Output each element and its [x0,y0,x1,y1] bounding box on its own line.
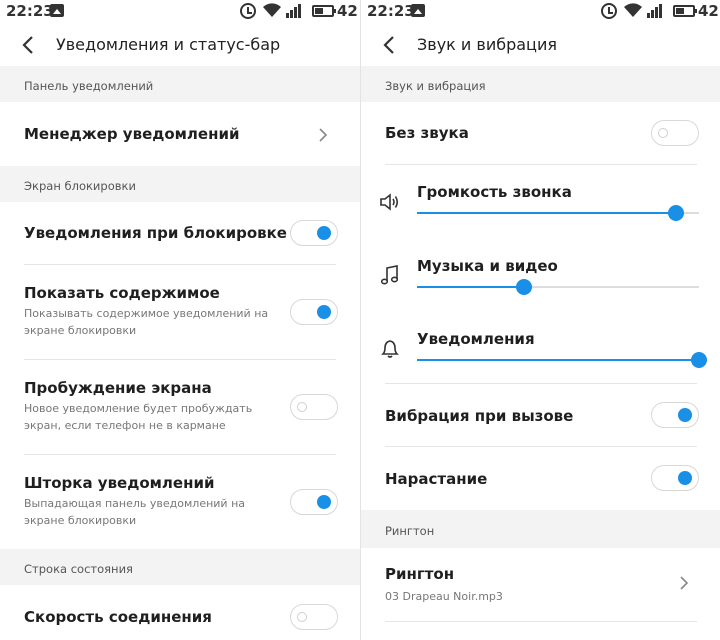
chevron-right-icon [318,127,328,142]
notification-volume-slider[interactable] [417,352,707,368]
battery-icon [312,5,336,17]
sound-vibration-screen: 22:23 42 Звук и вибрация Звук и вибрация… [360,0,720,640]
item-title: Уведомления при блокировке [24,224,287,242]
lock-notifications-toggle[interactable] [290,220,338,246]
item-description: Новое уведомление будет пробуждать экран… [24,402,253,432]
section-header-ringtone: Рингтон [361,510,720,548]
ringtone-value: 03 Drapeau Noir.mp3 [385,590,503,603]
vibrate-on-call-toggle[interactable] [651,402,699,428]
show-content-toggle[interactable] [290,299,338,325]
image-notification-icon [411,4,425,17]
battery-icon [673,5,697,17]
chevron-right-icon [679,575,689,590]
battery-level: 42 [337,2,358,20]
app-bar: Звук и вибрация [361,24,720,66]
back-arrow-icon[interactable] [20,35,38,55]
ramp-up-toggle[interactable] [651,465,699,491]
section-label: Экран блокировки [24,179,136,193]
item-description: Показывать содержимое уведомлений на экр… [24,307,269,337]
wake-screen-item[interactable]: Пробуждение экрана Новое уведомление буд… [0,360,360,455]
signal-icon [286,3,306,18]
notifications-statusbar-screen: 22:23 42 Уведомления и статус-бар Панель… [0,0,360,640]
wifi-icon [623,2,643,18]
item-title: Рингтон [385,565,455,583]
clock: 22:23 [6,2,54,20]
vibrate-on-call-item[interactable]: Вибрация при вызове [361,384,720,447]
connection-speed-item[interactable]: Скорость соединения [0,585,360,640]
signal-icon [647,3,667,18]
item-title: Шторка уведомлений [24,474,215,492]
status-bar: 22:23 42 [361,0,720,24]
back-arrow-icon[interactable] [381,35,399,55]
silent-item[interactable]: Без звука [361,102,720,165]
image-notification-icon [50,4,64,17]
show-content-item[interactable]: Показать содержимое Показывать содержимо… [0,265,360,360]
section-header-notification-panel: Панель уведомлений [0,66,360,102]
section-header-status-bar: Строка состояния [0,549,360,585]
ramp-up-item[interactable]: Нарастание [361,447,720,510]
notification-manager-item[interactable]: Менеджер уведомлений [0,102,360,166]
wifi-icon [262,2,282,18]
music-note-icon [379,264,401,286]
battery-level: 42 [698,2,719,20]
item-title: Без звука [385,124,469,142]
section-label: Панель уведомлений [24,79,154,93]
alarm-icon [240,3,256,19]
item-title: Нарастание [385,470,488,488]
alarm-icon [601,3,617,19]
media-volume-slider[interactable] [417,279,699,295]
item-description: Выпадающая панель уведомлений на экране … [24,497,245,527]
silent-toggle[interactable] [651,120,699,146]
item-title: Пробуждение экрана [24,379,212,397]
section-label: Звук и вибрация [385,79,486,93]
item-title: Скорость соединения [24,608,212,626]
notification-shade-item[interactable]: Шторка уведомлений Выпадающая панель уве… [0,455,360,549]
section-label: Строка состояния [24,562,133,576]
speaker-icon [379,191,401,213]
section-label: Рингтон [385,524,435,538]
notification-shade-toggle[interactable] [290,489,338,515]
media-volume-item: Музыка и видео [361,238,720,311]
page-title: Уведомления и статус-бар [56,35,281,54]
section-header-lock-screen: Экран блокировки [0,166,360,202]
page-title: Звук и вибрация [417,35,557,54]
item-title: Музыка и видео [417,257,558,275]
lock-notifications-item[interactable]: Уведомления при блокировке [0,202,360,265]
wake-screen-toggle[interactable] [290,394,338,420]
section-header-sound-vibration: Звук и вибрация [361,66,720,102]
bell-icon [379,337,401,359]
notification-volume-item: Уведомления [361,311,720,384]
ringtone-item[interactable]: Рингтон 03 Drapeau Noir.mp3 [361,548,720,622]
item-title: Показать содержимое [24,284,220,302]
item-title: Уведомления [417,330,535,348]
connection-speed-toggle[interactable] [290,604,338,630]
item-title: Вибрация при вызове [385,407,574,425]
ring-volume-slider[interactable] [417,205,699,221]
clock: 22:23 [367,2,415,20]
app-bar: Уведомления и статус-бар [0,24,360,66]
item-title: Громкость звонка [417,183,572,201]
ring-volume-item: Громкость звонка [361,165,720,238]
status-bar: 22:23 42 [0,0,360,24]
item-title: Менеджер уведомлений [24,125,240,143]
